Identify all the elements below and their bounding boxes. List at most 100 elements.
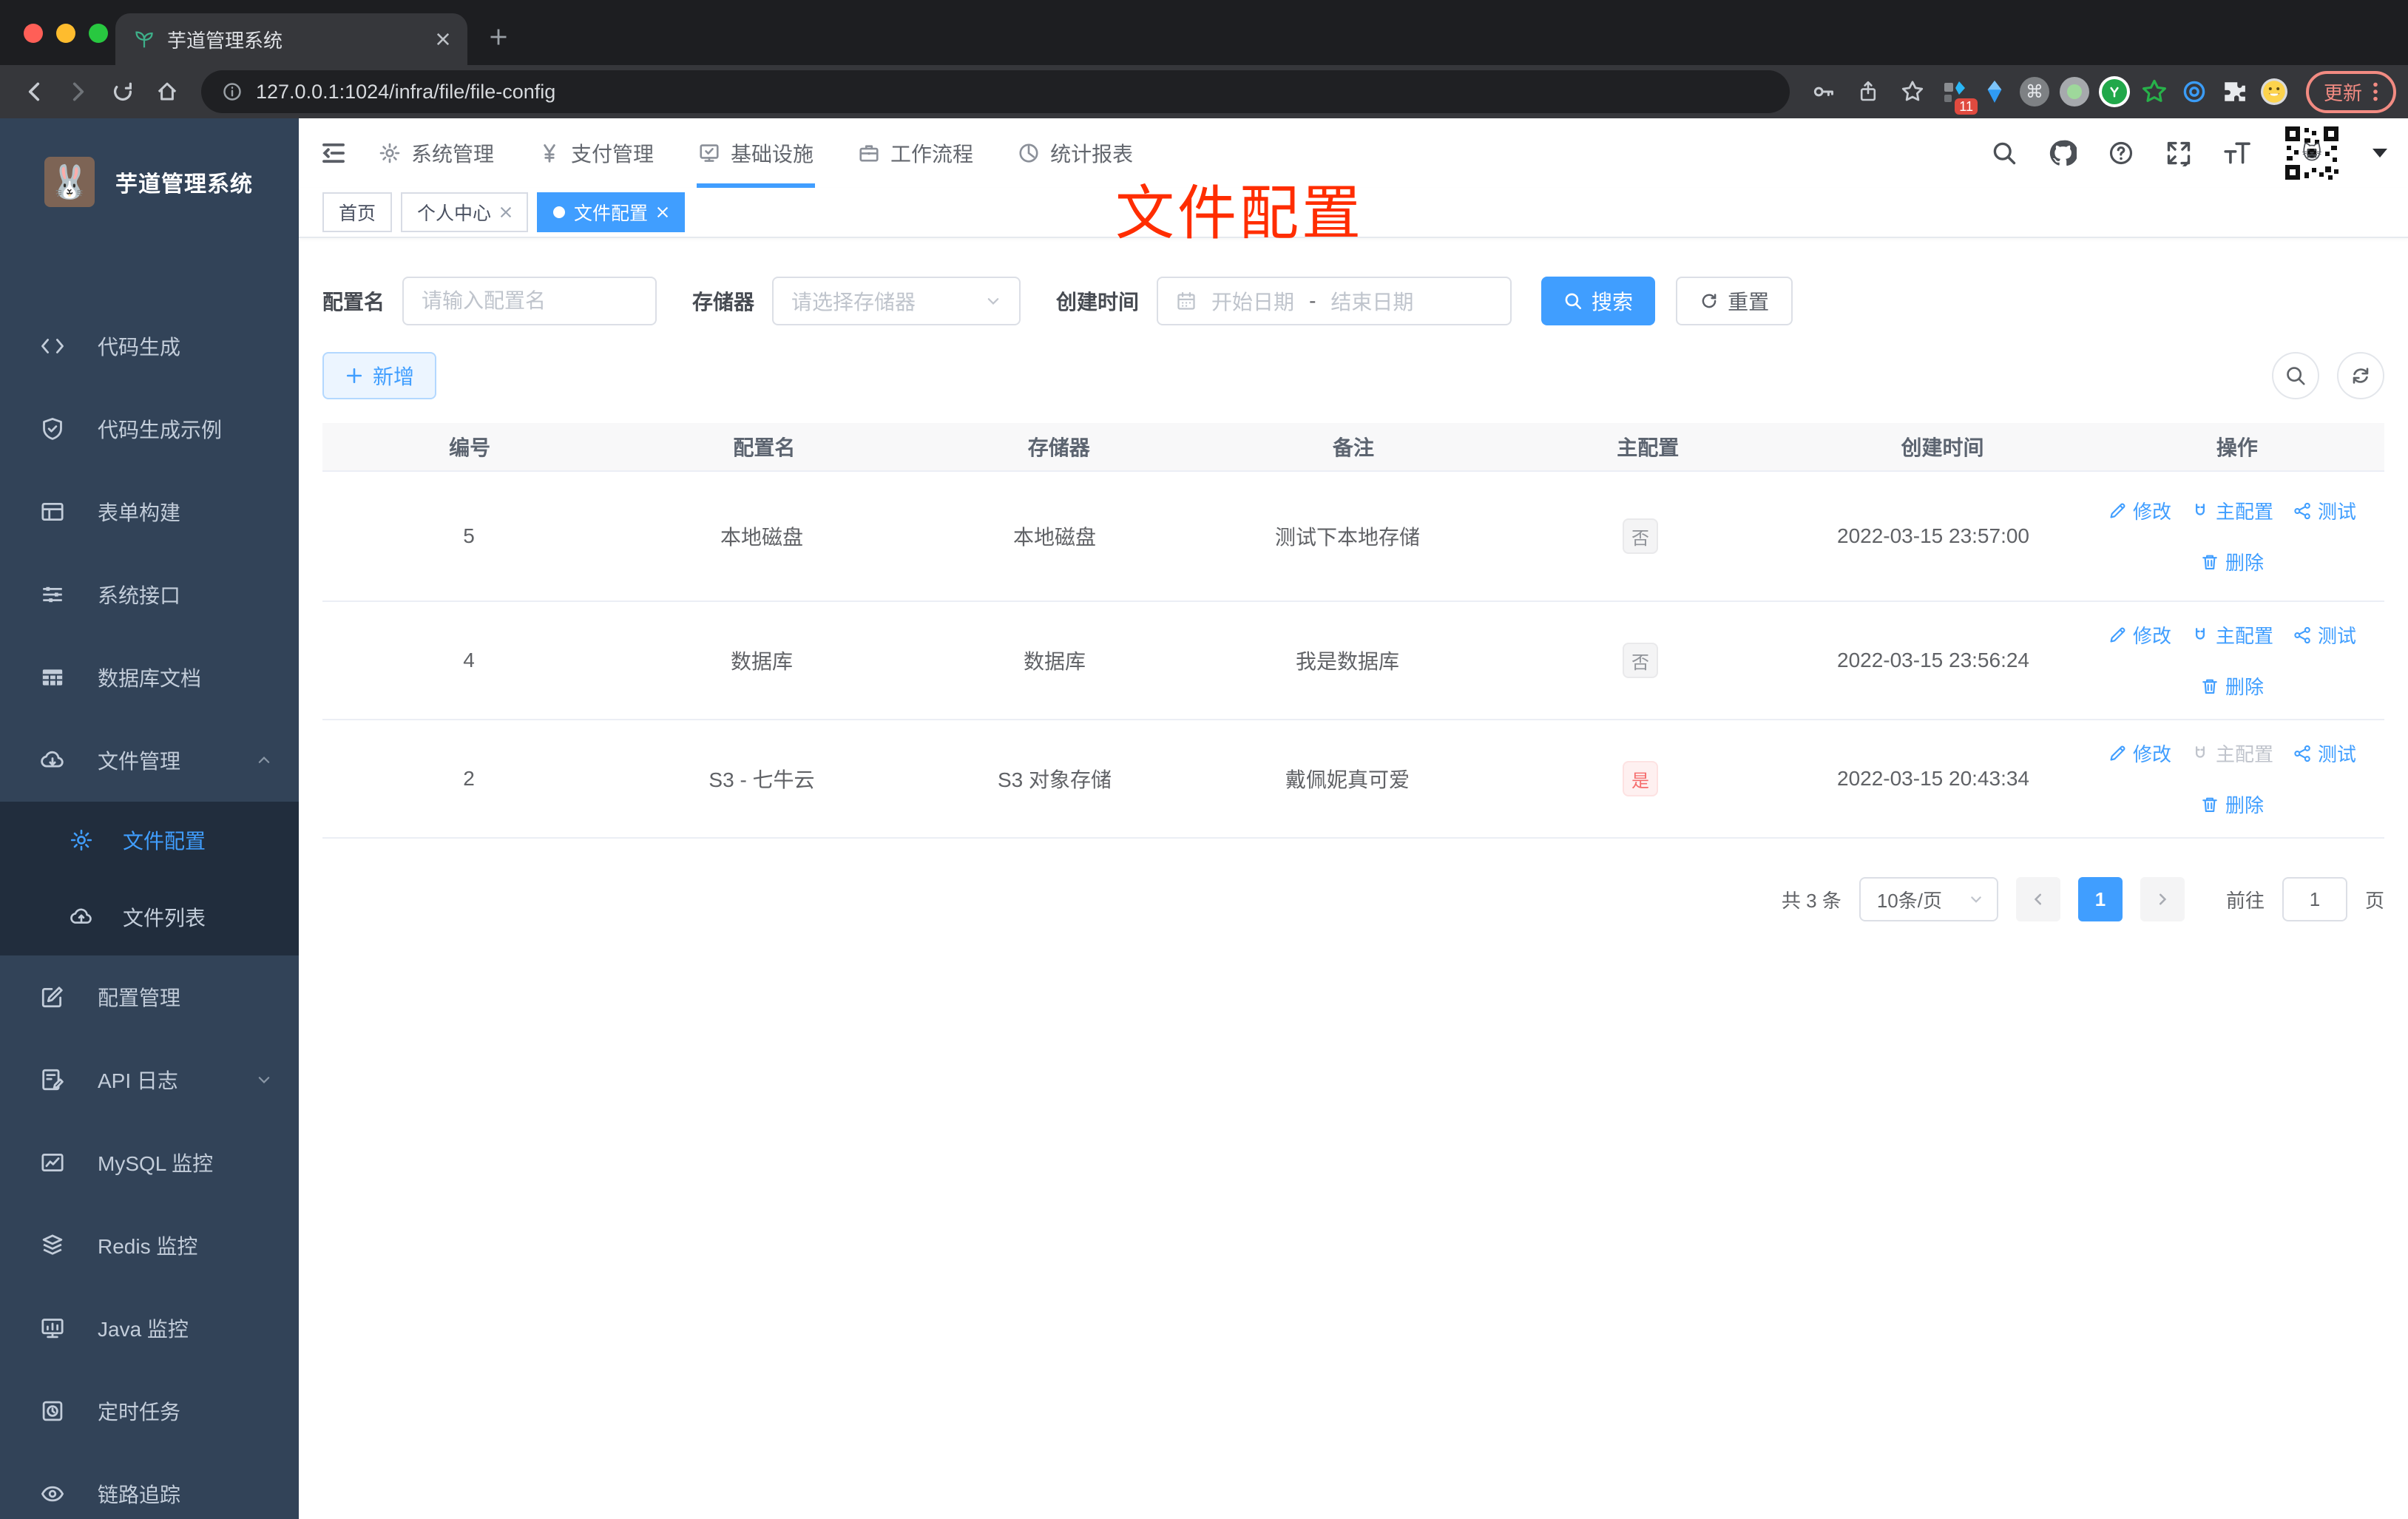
refresh-table-button[interactable] <box>2337 352 2384 399</box>
github-icon[interactable] <box>2049 139 2077 167</box>
sidebar-item-mysql-monitor[interactable]: MySQL 监控 <box>0 1121 299 1204</box>
extension-command-icon[interactable]: ⌘ <box>2015 72 2054 112</box>
goto-page-input[interactable] <box>2282 877 2347 921</box>
zoom-window-button[interactable] <box>89 24 108 43</box>
sidebar-menu: 代码生成 代码生成示例 表单构建 系统接口 数据库文档 文件管理 文件配置 文件… <box>0 246 299 1519</box>
tag-tab-profile[interactable]: 个人中心 <box>401 192 529 232</box>
show-search-button[interactable] <box>2272 352 2319 399</box>
code-icon <box>41 339 64 353</box>
extension-gem-icon[interactable] <box>1975 72 2015 112</box>
minimize-window-button[interactable] <box>56 24 75 43</box>
name-filter-label: 配置名 <box>322 291 385 314</box>
password-key-icon[interactable] <box>1802 70 1846 114</box>
sidebar-item-config-manage[interactable]: 配置管理 <box>0 955 299 1038</box>
home-icon[interactable] <box>145 70 189 114</box>
gear-icon <box>379 143 400 163</box>
master-button[interactable]: 主配置 <box>2191 497 2273 524</box>
help-icon[interactable] <box>2108 140 2134 166</box>
layers-icon <box>42 1234 63 1255</box>
sidebar-item-file-config[interactable]: 文件配置 <box>0 802 299 879</box>
extension-star-icon[interactable] <box>2134 72 2174 112</box>
fullscreen-icon[interactable] <box>2165 140 2192 166</box>
close-icon[interactable] <box>500 206 512 218</box>
calendar-icon <box>1176 291 1197 311</box>
extension-y-icon[interactable] <box>2094 72 2134 112</box>
user-dropdown-caret-icon[interactable] <box>2373 149 2387 158</box>
traffic-lights <box>24 24 108 43</box>
avatar-center-sticker: 😺 <box>2302 141 2322 164</box>
tab-close-icon[interactable] <box>436 33 450 46</box>
sidebar-item-java-monitor[interactable]: Java 监控 <box>0 1287 299 1370</box>
font-size-icon[interactable] <box>2223 141 2251 166</box>
add-button[interactable]: 新增 <box>322 352 437 399</box>
pagination: 共 3 条 10条/页 1 前往 页 <box>322 877 2384 921</box>
extension-record-icon[interactable] <box>2054 72 2094 112</box>
sidebar-item-cron-job[interactable]: 定时任务 <box>0 1370 299 1452</box>
back-icon[interactable] <box>12 70 56 114</box>
test-button[interactable]: 测试 <box>2293 621 2356 649</box>
tag-tab-file-config[interactable]: 文件配置 <box>537 192 686 232</box>
chart-icon <box>41 1153 64 1172</box>
next-page-button[interactable] <box>2140 877 2185 921</box>
reload-icon[interactable] <box>101 70 145 114</box>
date-range-picker[interactable]: 开始日期 - 结束日期 <box>1157 277 1512 325</box>
sidebar-item-code-gen[interactable]: 代码生成 <box>0 305 299 388</box>
collapse-sidebar-icon[interactable] <box>319 139 348 167</box>
sidebar-item-code-demo[interactable]: 代码生成示例 <box>0 388 299 470</box>
extension-emoji-icon[interactable] <box>2254 72 2294 112</box>
site-info-icon[interactable] <box>222 81 243 102</box>
sidebar-item-file-list[interactable]: 文件列表 <box>0 879 299 955</box>
sidebar-item-api-log[interactable]: API 日志 <box>0 1038 299 1121</box>
prev-page-button[interactable] <box>2015 877 2060 921</box>
nav-item-infra[interactable]: 基础设施 <box>676 118 836 188</box>
nav-item-system[interactable]: 系统管理 <box>356 118 516 188</box>
sidebar-item-redis-monitor[interactable]: Redis 监控 <box>0 1204 299 1287</box>
search-button[interactable]: 搜索 <box>1541 277 1656 325</box>
screen: 芋道管理系统 127.0.0.1:1024/infra/file/file-co… <box>0 0 2408 1519</box>
reset-button[interactable]: 重置 <box>1676 277 1793 325</box>
page-content: 配置名 存储器 请选择存储器 创建时间 <box>299 238 2408 1519</box>
close-window-button[interactable] <box>24 24 43 43</box>
page-size-select[interactable]: 10条/页 <box>1859 877 1998 921</box>
share-icon[interactable] <box>1846 70 1890 114</box>
storage-filter-select[interactable]: 请选择存储器 <box>772 277 1021 325</box>
tag-tab-home[interactable]: 首页 <box>322 192 393 232</box>
sidebar-item-form-builder[interactable]: 表单构建 <box>0 470 299 553</box>
new-tab-button[interactable] <box>476 15 521 59</box>
page-number-button[interactable]: 1 <box>2077 877 2123 921</box>
master-button[interactable]: 主配置 <box>2191 621 2273 649</box>
nav-item-workflow[interactable]: 工作流程 <box>836 118 995 188</box>
delete-button[interactable]: 删除 <box>2200 791 2264 818</box>
search-icon[interactable] <box>1991 140 2018 166</box>
delete-button[interactable]: 删除 <box>2200 548 2264 575</box>
extension-puzzle-icon[interactable] <box>2214 72 2254 112</box>
refresh-icon <box>2353 368 2369 384</box>
avatar[interactable]: 😺 <box>2282 124 2341 183</box>
extension-eye-icon[interactable] <box>2174 72 2214 112</box>
edit-button[interactable]: 修改 <box>2108 621 2171 649</box>
browser-tab[interactable]: 芋道管理系统 <box>115 13 467 65</box>
delete-button[interactable]: 删除 <box>2200 672 2264 700</box>
goto-label: 前往 <box>2225 889 2265 912</box>
sidebar-item-db-doc[interactable]: 数据库文档 <box>0 636 299 719</box>
browser-update-button[interactable]: 更新 <box>2305 70 2396 113</box>
bookmark-star-icon[interactable] <box>1890 70 1935 114</box>
sidebar-item-file-manage[interactable]: 文件管理 <box>0 719 299 802</box>
nav-item-pay[interactable]: 支付管理 <box>516 118 676 188</box>
time-filter-label: 创建时间 <box>1056 291 1140 314</box>
test-button[interactable]: 测试 <box>2293 740 2356 767</box>
extension-tag-manager-icon[interactable]: 11 <box>1935 72 1978 115</box>
edit-button[interactable]: 修改 <box>2108 497 2171 524</box>
plus-icon <box>346 368 362 384</box>
address-bar[interactable]: 127.0.0.1:1024/infra/file/file-config <box>201 70 1790 113</box>
end-date-placeholder: 结束日期 <box>1330 291 1414 314</box>
close-icon[interactable] <box>657 206 669 218</box>
edit-button[interactable]: 修改 <box>2108 740 2171 767</box>
forward-icon[interactable] <box>56 70 101 114</box>
name-filter-input[interactable] <box>422 289 638 313</box>
magnet-icon <box>2195 627 2205 640</box>
sliders-icon <box>43 586 62 603</box>
test-button[interactable]: 测试 <box>2293 497 2356 524</box>
sidebar-item-tracing[interactable]: 链路追踪 <box>0 1452 299 1519</box>
sidebar-item-system-api[interactable]: 系统接口 <box>0 553 299 636</box>
